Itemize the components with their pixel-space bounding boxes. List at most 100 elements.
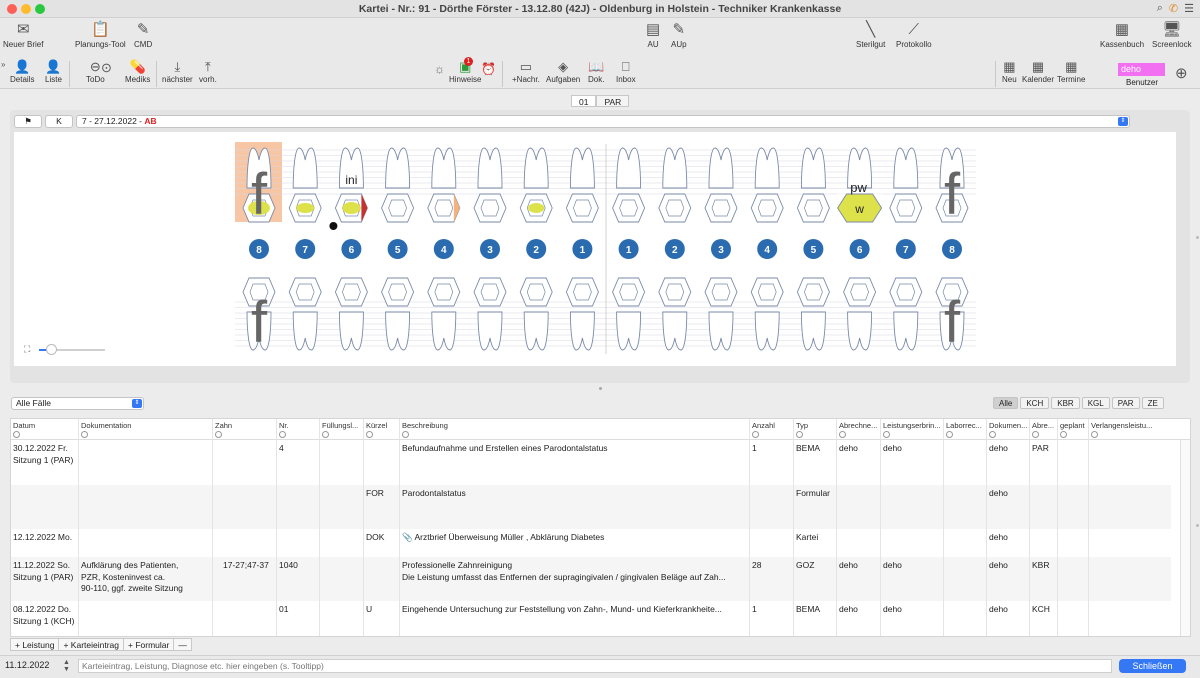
column-filter-icon[interactable] [839, 431, 846, 438]
filter-kch[interactable]: KCH [1020, 397, 1050, 409]
column-header[interactable]: Dokumen... [989, 421, 1027, 430]
column-header[interactable]: Verlangensleistu... [1091, 421, 1152, 430]
sterilgut-button[interactable]: ╲ Sterilgut [856, 21, 885, 49]
add-service-button[interactable]: + Leistung [10, 638, 59, 651]
column-filter-icon[interactable] [322, 431, 329, 438]
appointments-button[interactable]: ▦ Termine [1057, 59, 1085, 84]
filter-par[interactable]: PAR [1111, 397, 1140, 409]
remove-button[interactable]: — [173, 638, 192, 651]
au-button[interactable]: ▤ AU [646, 21, 660, 49]
globe-icon[interactable]: ⊕ [1175, 64, 1188, 82]
cases-select[interactable]: Alle Fälle ⇕ [11, 397, 144, 410]
screenlock-button[interactable]: 🖥 Screenlock [1152, 21, 1192, 49]
date-stepper[interactable]: ▲ ▼ [63, 659, 70, 673]
hinweise-button[interactable]: ▣ 1 Hinweise [449, 57, 481, 84]
column-filter-icon[interactable] [796, 431, 803, 438]
column-filter-icon[interactable] [1091, 431, 1098, 438]
lower-tooth-root [662, 311, 688, 351]
phone-icon[interactable]: ✆ [1169, 2, 1178, 15]
lower-tooth-root [616, 311, 642, 351]
close-button[interactable]: Schließen [1119, 659, 1186, 673]
column-filter-icon[interactable] [946, 431, 953, 438]
flag-button[interactable]: ⚑ [14, 115, 42, 128]
monitor-lock-icon: 🖥 [1162, 21, 1182, 38]
column-filter-icon[interactable] [1032, 431, 1039, 438]
column-filter-icon[interactable] [215, 431, 222, 438]
next-button[interactable]: ⤓ nächster [162, 59, 193, 84]
cmd-button[interactable]: ✎ CMD [134, 21, 152, 49]
column-filter-icon[interactable] [402, 431, 409, 438]
column-header[interactable]: Kürzel [366, 421, 387, 430]
user-field[interactable]: deho [1118, 63, 1165, 76]
column-header[interactable]: Laborrec... [946, 421, 982, 430]
table-cell: deho [839, 443, 858, 453]
filter-ze[interactable]: ZE [1141, 397, 1164, 409]
table-row[interactable]: 11.12.2022 So. Sitzung 1 (PAR) Aufklärung… [11, 557, 1171, 601]
planning-tool-button[interactable]: 📋 Planungs-Tool [75, 21, 126, 49]
aup-button[interactable]: ✎ AUp [671, 21, 687, 49]
calendar-button[interactable]: ▦ Kalender [1022, 59, 1054, 84]
zoom-knob[interactable] [46, 344, 57, 355]
expand-icon[interactable]: » [1, 60, 5, 69]
column-header[interactable]: Abre... [1032, 421, 1054, 430]
column-filter-icon[interactable] [1060, 431, 1067, 438]
tab-par[interactable]: PAR [596, 95, 630, 107]
filter-kbr[interactable]: KBR [1051, 397, 1080, 409]
lower-tooth-root [523, 311, 549, 351]
table-row[interactable]: 12.12.2022 Mo. DOK 📎 Arztbrief Überweisung… [11, 529, 1171, 557]
filter-kgl[interactable]: KGL [1081, 397, 1110, 409]
new-message-button[interactable]: ▭ +Nachr. [512, 59, 540, 84]
tooth-number: 6 [349, 245, 355, 256]
table-row[interactable]: 30.12.2022 Fr. Sitzung 1 (PAR) 4 Befundauf… [11, 440, 1171, 485]
column-filter-icon[interactable] [989, 431, 996, 438]
column-header[interactable]: Zahn [215, 421, 232, 430]
previous-button[interactable]: ⤒ vorh. [199, 59, 217, 84]
alarm-icon[interactable]: ⏰ [481, 62, 496, 76]
column-filter-icon[interactable] [279, 431, 286, 438]
table-row[interactable]: FOR Parodontalstatus Formular deho [11, 485, 1171, 529]
list-button[interactable]: 👤 Liste [45, 59, 62, 84]
add-form-button[interactable]: + Formular [123, 638, 174, 651]
period-select[interactable]: 7 - 27.12.2022 - AB ⇕ [76, 115, 1130, 128]
search-icon[interactable]: ⌕ [1157, 2, 1163, 15]
column-header[interactable]: Dokumentation [81, 421, 131, 430]
column-header[interactable]: Abrechne... [839, 421, 877, 430]
inbox-button[interactable]: ⎕ Inbox [616, 59, 636, 84]
vertical-scrollbar[interactable] [1180, 440, 1190, 636]
column-filter-icon[interactable] [13, 431, 20, 438]
column-filter-icon[interactable] [81, 431, 88, 438]
column-header[interactable]: Anzahl [752, 421, 775, 430]
records-table: Datum Dokumentation Zahn Nr. Füllungsl... Kür… [10, 418, 1191, 637]
tab-01[interactable]: 01 [571, 95, 597, 107]
documents-button[interactable]: 📖 Dok. [588, 59, 604, 84]
menu-icon[interactable]: ☰ [1184, 2, 1194, 15]
tasks-button[interactable]: ◈ Aufgaben [546, 59, 580, 84]
lower-tooth-surface [519, 277, 553, 307]
column-header[interactable]: Beschreibung [402, 421, 448, 430]
column-header[interactable]: geplant [1060, 421, 1085, 430]
column-header[interactable]: Typ [796, 421, 808, 430]
zoom-slider[interactable]: ⛶ [24, 344, 106, 355]
column-header[interactable]: Leistungserbrin... [883, 421, 941, 430]
add-record-button[interactable]: + Karteieintrag [58, 638, 123, 651]
split-handle[interactable] [599, 387, 602, 390]
kassenbuch-button[interactable]: ▦ Kassenbuch [1100, 21, 1144, 49]
entry-input[interactable] [78, 659, 1112, 673]
column-filter-icon[interactable] [752, 431, 759, 438]
details-button[interactable]: 👤 Details [10, 59, 34, 84]
column-header[interactable]: Nr. [279, 421, 289, 430]
mediks-button[interactable]: 💊 Mediks [125, 59, 150, 84]
table-row[interactable]: 08.12.2022 Do. Sitzung 1 (KCH) 01 U Eingehe… [11, 601, 1171, 635]
entry-date[interactable]: 11.12.2022 [5, 660, 49, 670]
column-header[interactable]: Füllungsl... [322, 421, 358, 430]
filter-alle[interactable]: Alle [993, 397, 1019, 409]
column-header[interactable]: Datum [13, 421, 35, 430]
protokoll-button[interactable]: ⟋ Protokollo [896, 21, 932, 49]
new-letter-button[interactable]: ✉ Neuer Brief [3, 21, 43, 49]
column-filter-icon[interactable] [366, 431, 373, 438]
light-icon[interactable]: ☼ [434, 62, 445, 76]
check-circle-icon[interactable]: ⊙ [101, 60, 112, 76]
k-button[interactable]: K [45, 115, 73, 128]
column-filter-icon[interactable] [883, 431, 890, 438]
new-appointment-button[interactable]: ▦ Neu [1002, 59, 1017, 84]
